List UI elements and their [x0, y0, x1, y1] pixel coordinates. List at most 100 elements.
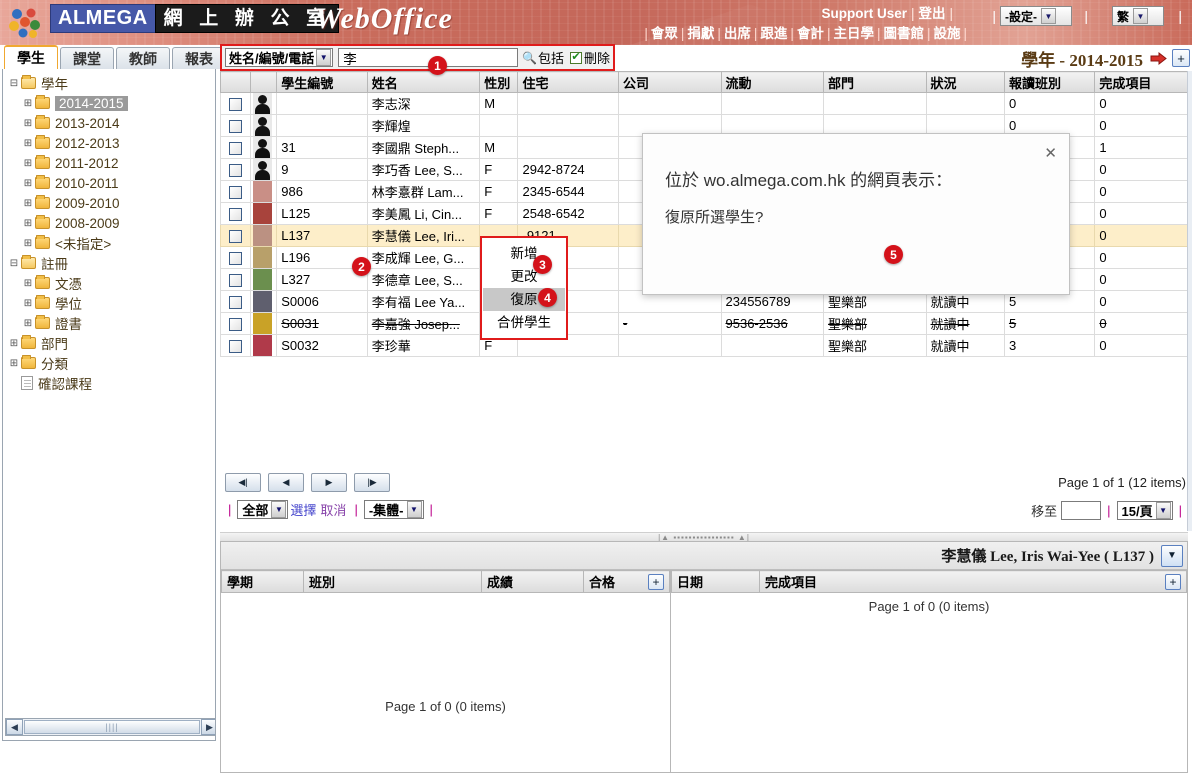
row-checkbox[interactable]: [229, 296, 243, 310]
tree-item-certificate[interactable]: ⊞ 證書: [7, 313, 215, 333]
tree-item-year-2013-2014[interactable]: ⊞ 2013-2014: [7, 113, 215, 133]
tree-item-category[interactable]: ⊞ 分類: [7, 353, 215, 373]
tree-item-year-2014-2015[interactable]: ⊞ 2014-2015: [7, 93, 215, 113]
expander-plus-icon[interactable]: ⊞: [21, 138, 35, 149]
search-deleted-checkbox[interactable]: ✔ 刪除: [569, 48, 610, 67]
tree-item-year-2011-2012[interactable]: ⊞ 2011-2012: [7, 153, 215, 173]
nav-item-attendance[interactable]: 出席: [724, 26, 751, 41]
context-menu-item-add[interactable]: 新增: [483, 242, 565, 265]
add-year-button[interactable]: +: [1172, 49, 1190, 67]
row-checkbox[interactable]: [229, 142, 243, 156]
batch-action-select[interactable]: -集體- ▼: [363, 500, 424, 519]
expander-plus-icon[interactable]: ⊞: [21, 98, 35, 109]
scroll-left-icon[interactable]: ◀: [6, 719, 23, 735]
row-checkbox-cell[interactable]: [220, 224, 252, 247]
expander-minus-icon[interactable]: ⊟: [7, 258, 21, 269]
col-status[interactable]: 狀況: [925, 71, 1005, 93]
last-page-icon[interactable]: |▶: [354, 473, 390, 492]
table-row[interactable]: S0031李嘉強 Josep...9512-9536-2536聖樂部就讀中50: [220, 312, 1188, 335]
prev-page-icon[interactable]: ◀: [268, 473, 304, 492]
nav-item-followup[interactable]: 跟進: [760, 26, 787, 41]
expander-plus-icon[interactable]: ⊞: [7, 358, 21, 369]
col-checkbox[interactable]: [220, 71, 252, 93]
table-row[interactable]: 李志深 M 0 0: [220, 92, 1188, 115]
expander-plus-icon[interactable]: ⊞: [21, 118, 35, 129]
tree-item-year-2008-2009[interactable]: ⊞ 2008-2009: [7, 213, 215, 233]
tree-item-department[interactable]: ⊞ 部門: [7, 333, 215, 353]
row-checkbox-cell[interactable]: [220, 202, 252, 225]
close-icon[interactable]: ✕: [1044, 144, 1057, 162]
row-checkbox[interactable]: [229, 164, 243, 178]
col-name[interactable]: 姓名: [366, 71, 481, 93]
row-checkbox-cell[interactable]: [220, 158, 252, 181]
search-type-select[interactable]: 姓名/編號/電話 ▼: [225, 48, 334, 67]
add-completed-button[interactable]: +: [1165, 573, 1181, 590]
search-include-button[interactable]: 🔍 包括: [522, 48, 564, 67]
logout-link[interactable]: 登出: [918, 6, 945, 21]
add-grade-button[interactable]: +: [648, 573, 664, 590]
tree-item-year-2009-2010[interactable]: ⊞ 2009-2010: [7, 193, 215, 213]
expander-plus-icon[interactable]: ⊞: [21, 158, 35, 169]
panel-splitter[interactable]: |▲ ▪▪▪▪▪▪▪▪▪▪▪▪▪▪▪▪ ▲|: [220, 532, 1188, 542]
tab-teachers[interactable]: 教師: [116, 47, 170, 69]
row-checkbox[interactable]: [229, 186, 243, 200]
col-company[interactable]: 公司: [618, 71, 722, 93]
scrollbar-thumb[interactable]: ||||: [24, 720, 200, 734]
row-checkbox[interactable]: [229, 274, 243, 288]
nav-item-library[interactable]: 圖書館: [883, 26, 924, 41]
col-mobile[interactable]: 流動: [720, 71, 825, 93]
nav-item-sundayschool[interactable]: 主日學: [833, 26, 874, 41]
tree-horizontal-scrollbar[interactable]: ◀ |||| ▶: [5, 718, 215, 736]
cancel-selection-link[interactable]: 取消: [318, 500, 348, 519]
expander-plus-icon[interactable]: ⊞: [7, 338, 21, 349]
row-checkbox-cell[interactable]: [220, 246, 252, 269]
scope-select[interactable]: 全部 ▼: [237, 500, 289, 519]
nav-item-accounting[interactable]: 會計: [797, 26, 824, 41]
row-checkbox[interactable]: [229, 230, 243, 244]
row-checkbox[interactable]: [229, 120, 243, 134]
row-checkbox-cell[interactable]: [220, 312, 252, 335]
tab-reports[interactable]: 報表: [172, 47, 226, 69]
tree-item-schoolyear[interactable]: ⊟ 學年: [7, 73, 215, 93]
tab-classes[interactable]: 課堂: [60, 47, 114, 69]
page-size-select[interactable]: 15/頁 ▼: [1116, 501, 1173, 520]
expander-minus-icon[interactable]: ⊟: [7, 78, 21, 89]
tab-students[interactable]: 學生: [4, 45, 58, 69]
tree-item-confirm-course[interactable]: 確認課程: [7, 373, 215, 393]
row-checkbox-cell[interactable]: [220, 180, 252, 203]
tree-item-registration[interactable]: ⊟ 註冊: [7, 253, 215, 273]
row-checkbox-cell[interactable]: [220, 290, 252, 313]
expander-plus-icon[interactable]: ⊞: [21, 278, 35, 289]
expander-plus-icon[interactable]: ⊞: [21, 218, 35, 229]
row-checkbox-cell[interactable]: [220, 268, 252, 291]
col-completed-items[interactable]: 完成項目: [1094, 71, 1188, 93]
nav-item-facility[interactable]: 設施: [933, 26, 960, 41]
row-checkbox[interactable]: [229, 208, 243, 222]
row-checkbox-cell[interactable]: [220, 92, 252, 115]
first-page-icon[interactable]: ◀|: [225, 473, 261, 492]
expander-plus-icon[interactable]: ⊞: [21, 238, 35, 249]
moveto-input[interactable]: [1061, 501, 1102, 520]
expander-plus-icon[interactable]: ⊞: [21, 298, 35, 309]
col-department[interactable]: 部門: [823, 71, 927, 93]
grid-vertical-scrollbar[interactable]: [1187, 71, 1192, 531]
col-student-id[interactable]: 學生編號: [276, 71, 368, 93]
settings-select[interactable]: -設定- ▼: [1000, 6, 1072, 26]
nav-item-donation[interactable]: 捐獻: [687, 26, 714, 41]
tree-item-year-unspecified[interactable]: ⊞ <未指定>: [7, 233, 215, 253]
nav-item-congregation[interactable]: 會眾: [651, 26, 678, 41]
tree-item-year-2012-2013[interactable]: ⊞ 2012-2013: [7, 133, 215, 153]
col-enrolled-class[interactable]: 報讀班別: [1003, 71, 1096, 93]
row-checkbox-cell[interactable]: [220, 114, 252, 137]
expander-plus-icon[interactable]: ⊞: [21, 198, 35, 209]
tree-item-diploma[interactable]: ⊞ 文憑: [7, 273, 215, 293]
row-checkbox[interactable]: [229, 98, 243, 112]
select-link[interactable]: 選擇: [288, 500, 318, 519]
next-page-icon[interactable]: ▶: [311, 473, 347, 492]
context-menu-item-edit[interactable]: 更改: [483, 265, 565, 288]
col-sex[interactable]: 性別: [479, 71, 519, 93]
tree-item-year-2010-2011[interactable]: ⊞ 2010-2011: [7, 173, 215, 193]
row-checkbox-cell[interactable]: [220, 136, 252, 159]
scroll-right-icon[interactable]: ▶: [201, 719, 215, 735]
row-checkbox[interactable]: [229, 252, 243, 266]
